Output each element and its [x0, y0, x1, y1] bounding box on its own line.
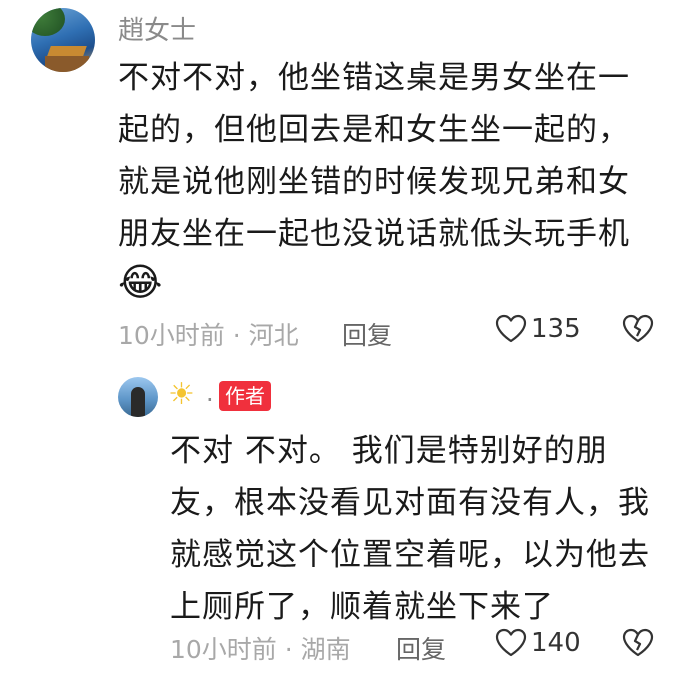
- meta-separator: ·: [276, 635, 301, 664]
- username[interactable]: 趙女士: [118, 10, 196, 47]
- like-count: 140: [531, 628, 581, 658]
- like-button[interactable]: 140: [495, 628, 581, 658]
- comment-item: 趙女士 不对不对，他坐错这桌是男女坐在一 起的，但他回去是和女生坐一起的， 就是…: [0, 0, 690, 355]
- avatar-building: [45, 56, 89, 72]
- avatar[interactable]: [118, 377, 158, 417]
- avatar-person: [131, 387, 145, 417]
- reply-line: 不对 不对。 我们是特别好的朋: [170, 433, 608, 469]
- timestamp: 10小时前: [118, 321, 225, 350]
- heart-icon: [495, 628, 527, 658]
- reply-button[interactable]: 回复: [342, 316, 392, 352]
- comment-text: 不对不对，他坐错这桌是男女坐在一 起的，但他回去是和女生坐一起的， 就是说他刚坐…: [118, 52, 658, 260]
- comment-line: 就是说他刚坐错的时候发现兄弟和女: [118, 164, 630, 200]
- reply-button[interactable]: 回复: [396, 630, 446, 666]
- broken-heart-icon: [622, 628, 654, 658]
- timestamp: 10小时前: [170, 635, 277, 664]
- sun-icon[interactable]: ☀: [168, 377, 195, 413]
- reply-line: 上厕所了，顺着就坐下来了: [170, 589, 554, 625]
- avatar-tree: [31, 8, 65, 36]
- reply-item: ☀ . 作者 不对 不对。 我们是特别好的朋 友，根本没看见对面有没有人，我 就…: [0, 355, 690, 680]
- like-button[interactable]: 135: [495, 314, 581, 344]
- username-suffix[interactable]: .: [206, 379, 214, 407]
- location: 湖南: [300, 635, 351, 664]
- reply-meta: 10小时前 · 湖南: [170, 630, 351, 666]
- heart-icon: [495, 314, 527, 344]
- dislike-button[interactable]: [622, 314, 654, 344]
- dislike-button[interactable]: [622, 628, 654, 658]
- comment-meta: 10小时前 · 河北: [118, 316, 299, 352]
- author-badge: 作者: [219, 381, 271, 411]
- meta-separator: ·: [224, 321, 249, 350]
- avatar-roof: [47, 46, 87, 56]
- broken-heart-icon: [622, 314, 654, 344]
- like-count: 135: [531, 314, 581, 344]
- location: 河北: [248, 321, 299, 350]
- comment-line: 不对不对，他坐错这桌是男女坐在一: [118, 60, 630, 96]
- reply-line: 就感觉这个位置空着呢，以为他去: [170, 537, 650, 573]
- avatar[interactable]: [31, 8, 95, 72]
- comment-line: 起的，但他回去是和女生坐一起的，: [118, 112, 630, 148]
- laughing-emoji-icon: 😂: [118, 260, 163, 304]
- reply-text: 不对 不对。 我们是特别好的朋 友，根本没看见对面有没有人，我 就感觉这个位置空…: [170, 425, 670, 633]
- comment-line: 朋友坐在一起也没说话就低头玩手机: [118, 216, 630, 252]
- reply-line: 友，根本没看见对面有没有人，我: [170, 485, 650, 521]
